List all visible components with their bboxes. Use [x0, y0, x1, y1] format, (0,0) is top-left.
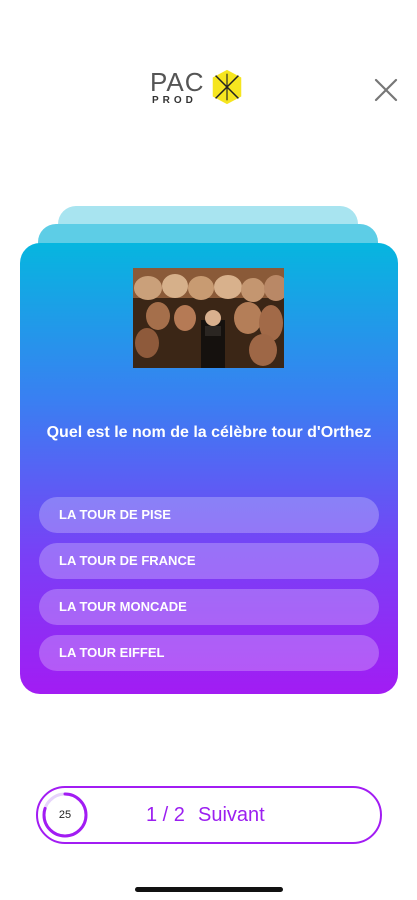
- question-card: Quel est le nom de la célèbre tour d'Ort…: [20, 243, 398, 694]
- answer-option-3[interactable]: LA TOUR MONCADE: [39, 589, 379, 625]
- quiz-screen: PAC PROD Quel est le nom de la célèbre t…: [0, 0, 417, 900]
- pac-prod-logo: PAC PROD: [150, 68, 250, 112]
- answer-option-1[interactable]: LA TOUR DE PISE: [39, 497, 379, 533]
- answer-option-4[interactable]: LA TOUR EIFFEL: [39, 635, 379, 671]
- logo-text-top: PAC: [150, 67, 205, 97]
- question-progress: 1 / 2: [146, 804, 185, 826]
- home-indicator: [135, 887, 283, 892]
- timer-value: 25: [58, 809, 72, 821]
- answer-option-2[interactable]: LA TOUR DE FRANCE: [39, 543, 379, 579]
- countdown-timer: 25: [41, 791, 89, 839]
- question-text: Quel est le nom de la célèbre tour d'Ort…: [46, 424, 372, 441]
- logo-text-bottom: PROD: [152, 95, 197, 106]
- answer-list: LA TOUR DE PISE LA TOUR DE FRANCE LA TOU…: [39, 497, 379, 681]
- close-button[interactable]: [370, 74, 402, 106]
- question-image: [133, 268, 284, 368]
- next-button[interactable]: 25 1 / 2 Suivant: [36, 786, 382, 844]
- next-label: Suivant: [198, 804, 265, 826]
- close-icon: [374, 78, 398, 102]
- logo-mark-icon: [212, 69, 242, 105]
